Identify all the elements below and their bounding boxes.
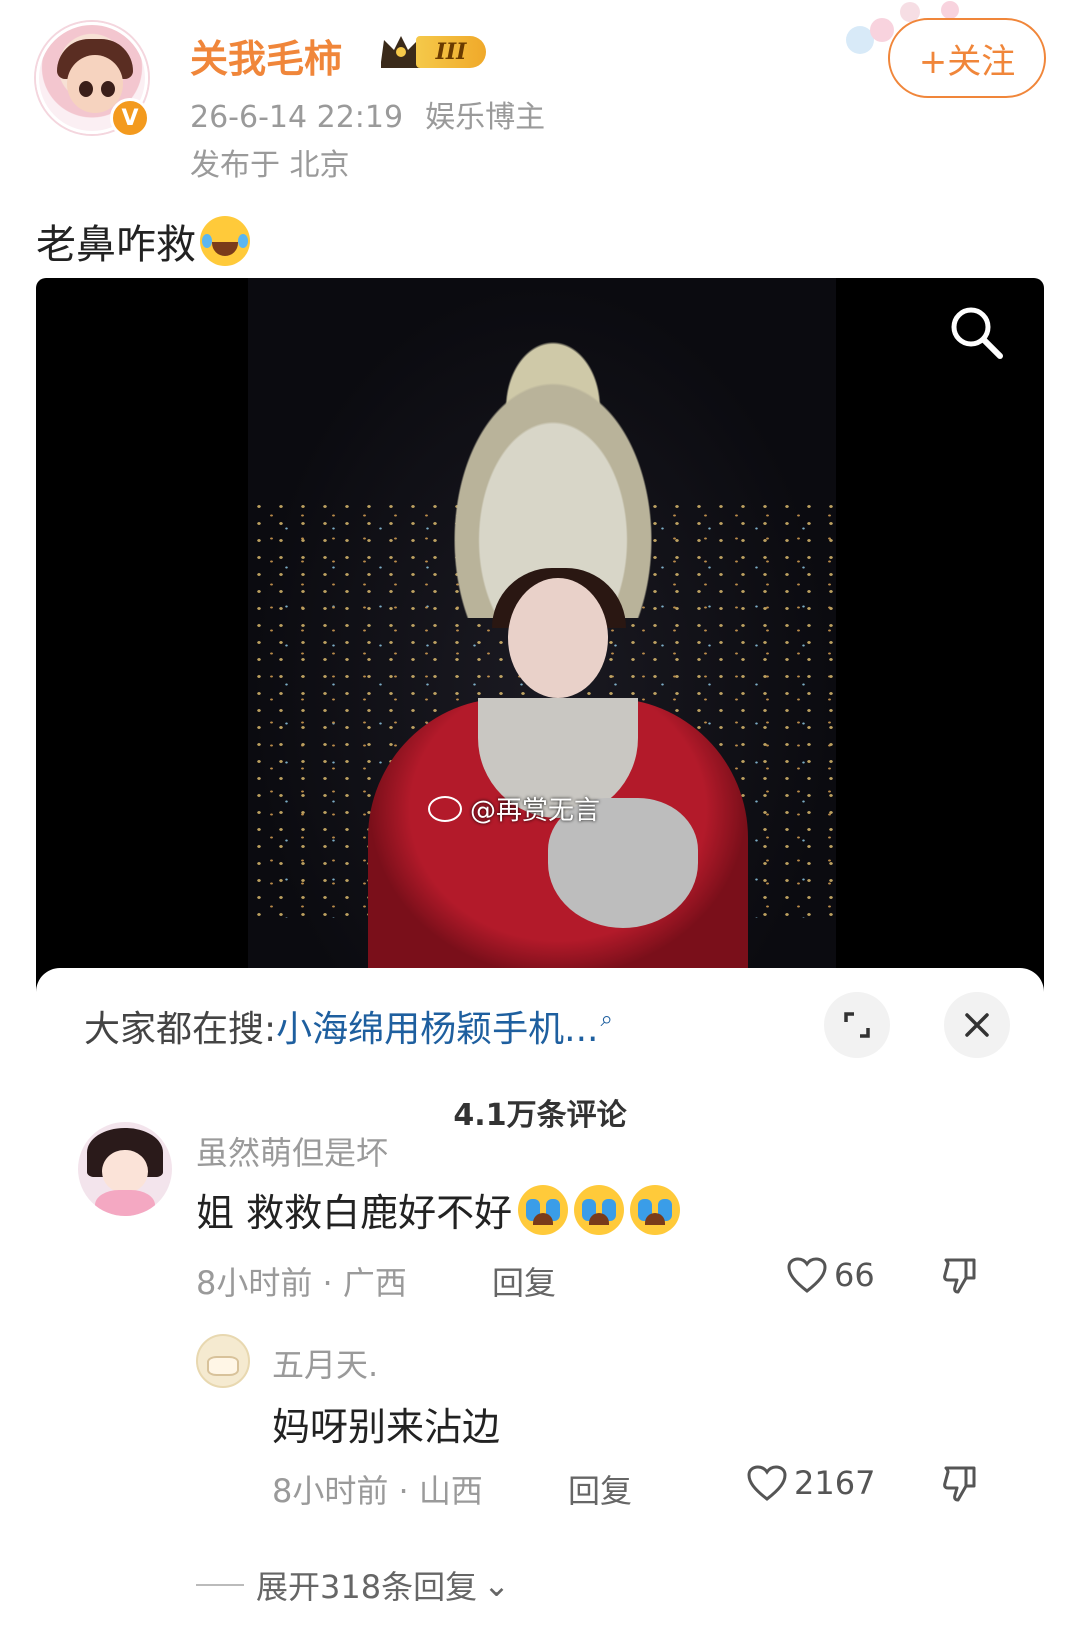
comment-count: 4.1万条评论 [453, 1098, 627, 1133]
reply-button[interactable]: 回复 [568, 1466, 632, 1512]
post-timestamp: 26-6-14 22:19 [190, 100, 404, 135]
close-icon [965, 1013, 989, 1037]
post-header: V 关我毛柿 III 26-6-14 22:19 娱乐博主 发布于 北京 +关注 [0, 0, 1080, 190]
search-small-icon: ⌕ [600, 1006, 613, 1032]
post-location: 发布于 北京 [190, 148, 350, 183]
reply-text: 妈呀别来沾边 [272, 1405, 501, 1449]
weibo-logo-icon [428, 795, 462, 822]
post-text-content: 老鼻咋救 [36, 222, 196, 268]
post-text: 老鼻咋救 [36, 212, 250, 270]
dislike-icon[interactable] [940, 1464, 980, 1504]
comment-text-content: 姐 救救白鹿好不好 [196, 1191, 513, 1235]
comment-time-location: 8小时前 · 广西 [196, 1264, 407, 1302]
post-meta: 26-6-14 22:19 娱乐博主 [190, 92, 545, 136]
dislike-icon[interactable] [940, 1256, 980, 1296]
expand-replies-text: 展开318条回复 [256, 1568, 478, 1606]
heart-icon [787, 1257, 827, 1293]
reply-time-location: 8小时前 · 山西 [272, 1472, 483, 1510]
watermark-text: @再赏无言 [470, 796, 601, 826]
reply-button[interactable]: 回复 [492, 1258, 556, 1304]
commenter-avatar[interactable] [78, 1122, 172, 1216]
crying-emoji-icon [574, 1184, 625, 1235]
divider [196, 1584, 244, 1586]
hot-search-label: 大家都在搜: [84, 1009, 277, 1050]
laughing-tears-emoji-icon [200, 216, 250, 266]
close-button[interactable] [944, 992, 1010, 1058]
replier-avatar[interactable] [196, 1334, 250, 1388]
post-category: 娱乐博主 [425, 100, 546, 135]
hot-search-bar[interactable]: 大家都在搜: 小海绵用杨颖手机... ⌕ [84, 1000, 613, 1052]
expand-button[interactable] [824, 992, 890, 1058]
replier-name[interactable]: 五月天. [272, 1340, 378, 1386]
crying-emoji-icon [630, 1184, 681, 1235]
rank-badge: III [378, 30, 490, 72]
post-media[interactable]: @再赏无言 [36, 278, 1044, 998]
like-button[interactable]: 2167 [746, 1464, 875, 1502]
commenter-name[interactable]: 虽然萌但是坏 [196, 1128, 388, 1174]
chevron-down-icon: ⌄ [483, 1566, 510, 1604]
verified-badge-icon: V [110, 98, 150, 138]
author-name[interactable]: 关我毛柿 [190, 28, 342, 83]
like-count: 2167 [794, 1464, 876, 1502]
comments-sheet: 大家都在搜: 小海绵用杨颖手机... ⌕ 4.1万条评论 虽然萌但是坏 姐 救救… [36, 968, 1044, 1647]
like-button[interactable]: 66 [786, 1256, 875, 1294]
comment-text: 姐 救救白鹿好不好 [196, 1182, 681, 1237]
post-image[interactable] [248, 278, 836, 978]
weibo-watermark: @再赏无言 [428, 790, 600, 827]
follow-button[interactable]: +关注 [888, 18, 1046, 98]
hot-search-query[interactable]: 小海绵用杨颖手机... [276, 1000, 598, 1052]
crying-emoji-icon [518, 1184, 569, 1235]
search-icon[interactable] [946, 302, 1006, 362]
rank-level: III [416, 36, 486, 68]
expand-replies-link[interactable]: 展开318条回复 ⌄ [36, 1562, 510, 1608]
expand-icon [844, 1012, 870, 1038]
like-count: 66 [834, 1256, 875, 1294]
heart-icon [747, 1465, 787, 1501]
